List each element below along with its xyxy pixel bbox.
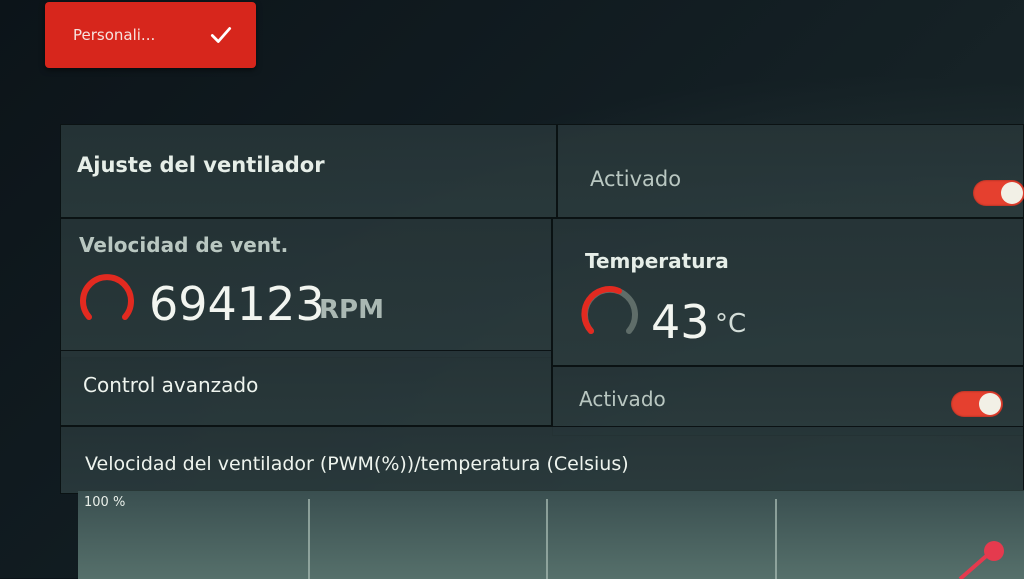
fan-setting-status-cell: Activado xyxy=(557,124,1024,218)
fan-curve-chart[interactable]: 100 % xyxy=(78,490,1024,579)
advanced-control-row: Control avanzado xyxy=(60,350,552,426)
advanced-control-toggle[interactable] xyxy=(951,391,1003,417)
fan-setting-title: Ajuste del ventilador xyxy=(77,153,325,177)
grid-line xyxy=(546,499,548,579)
temperature-unit: °C xyxy=(715,309,747,339)
grid-line xyxy=(308,499,310,579)
temperature-card: Temperatura 43 °C xyxy=(552,218,1024,366)
toggle-knob xyxy=(979,393,1001,415)
fan-curve-header: Velocidad del ventilador (PWM(%))/temper… xyxy=(60,426,1024,494)
check-icon xyxy=(210,27,232,43)
toggle-knob xyxy=(1001,182,1023,204)
grid-line xyxy=(775,499,777,579)
fan-setting-toggle[interactable] xyxy=(973,180,1024,206)
fan-speed-value: 694123 xyxy=(149,277,325,331)
fan-speed-card: Velocidad de vent. 694123 RPM xyxy=(60,218,552,358)
fan-speed-gauge-icon xyxy=(80,274,134,320)
profile-label: Personali... xyxy=(73,26,156,44)
profile-selector-button[interactable]: Personali... xyxy=(45,2,256,68)
advanced-control-title: Control avanzado xyxy=(83,373,259,397)
curve-point-handle[interactable] xyxy=(984,541,1004,561)
temperature-title: Temperatura xyxy=(585,249,729,273)
advanced-control-status: Activado xyxy=(579,387,666,411)
fan-speed-unit: RPM xyxy=(319,295,384,325)
fan-setting-status: Activado xyxy=(590,167,682,191)
temperature-value: 43 xyxy=(651,295,710,349)
fan-speed-title: Velocidad de vent. xyxy=(79,233,289,257)
temperature-gauge-icon xyxy=(581,286,638,334)
fan-setting-row: Ajuste del ventilador xyxy=(60,124,557,218)
fan-curve-title: Velocidad del ventilador (PWM(%))/temper… xyxy=(85,453,629,475)
y-axis-max-label: 100 % xyxy=(84,495,126,510)
